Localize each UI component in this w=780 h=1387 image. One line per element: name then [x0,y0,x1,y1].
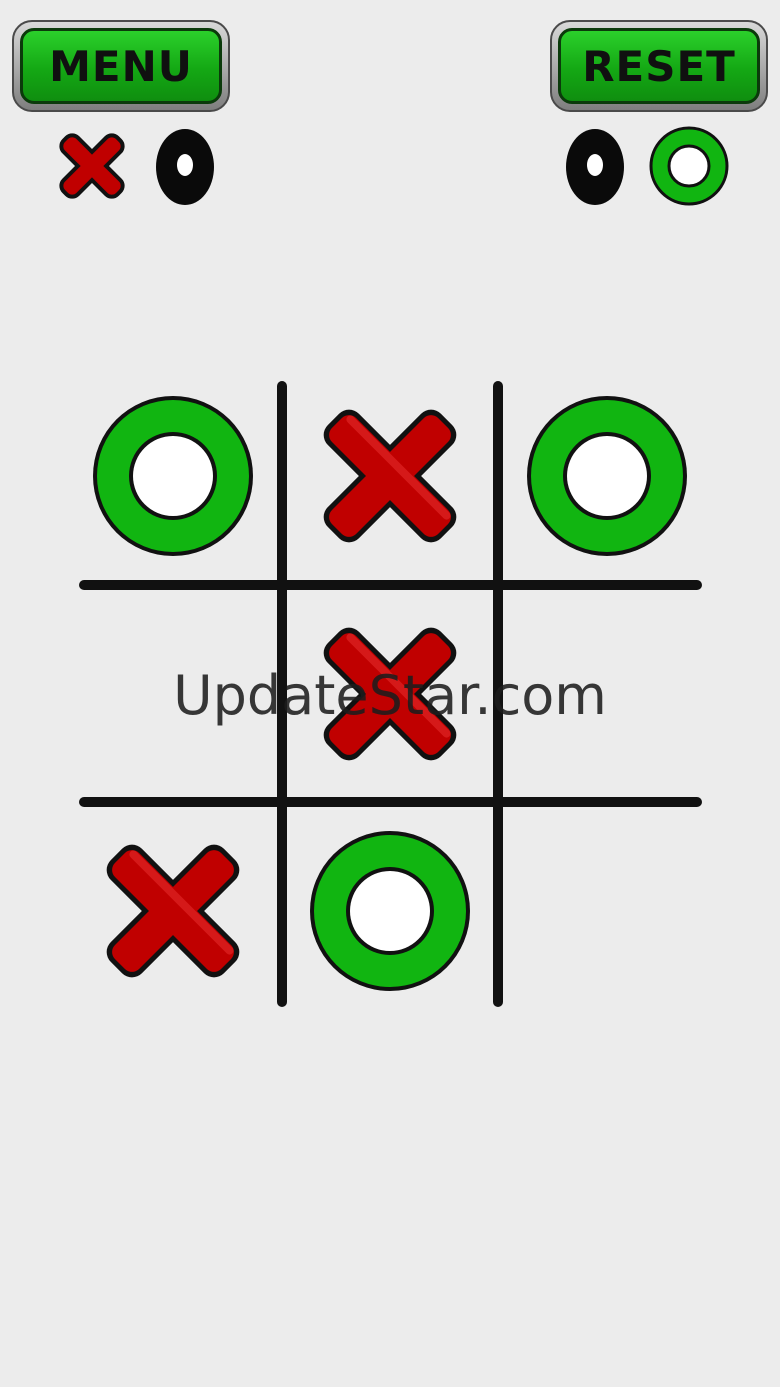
board-cell-r1-c2[interactable] [276,362,504,590]
board-cell-r2-c3[interactable] [498,585,710,802]
board-cell-r1-c3[interactable] [498,380,710,585]
game-board [59,362,710,1025]
board-cell-r1-c1[interactable] [70,380,282,585]
board-cell-r3-c3[interactable] [498,802,710,1010]
board-cell-r3-c1[interactable] [59,797,287,1025]
o-mark-icon [310,831,470,991]
board-cell-r2-c2[interactable] [276,580,504,808]
o-mark-icon [527,396,687,556]
o-mark-icon [93,396,253,556]
board-cell-r2-c1[interactable] [70,585,282,802]
board-cell-r3-c2[interactable] [282,802,498,1010]
